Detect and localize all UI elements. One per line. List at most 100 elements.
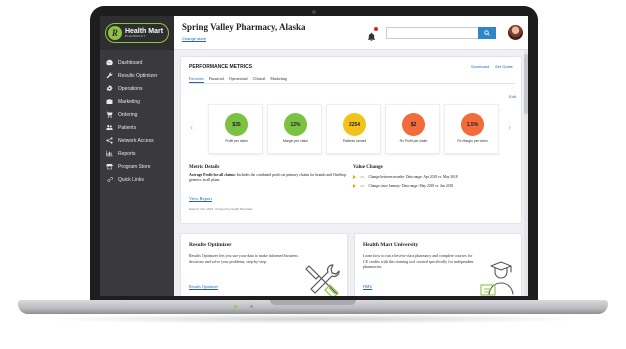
sidebar-item-label: Reports: [118, 150, 136, 157]
sidebar-item-label: Quick Links: [118, 176, 144, 183]
edit-metrics-link[interactable]: Edit: [509, 94, 516, 99]
tab-favorites[interactable]: Favorites: [189, 76, 204, 83]
sidebar-item-label: Patients: [118, 124, 137, 131]
laptop-base-notch: [270, 300, 356, 305]
value-change-percent: 4%: [360, 175, 365, 179]
logo-r-icon: R: [107, 26, 122, 40]
scrollbar-thumb[interactable]: [524, 54, 528, 114]
share-icon: [106, 137, 113, 144]
page-title: Spring Valley Pharmacy, Alaska: [182, 22, 306, 32]
sidebar-item-label: Program Store: [118, 163, 151, 170]
metric-label: Rx Margin per claim: [457, 139, 488, 143]
camera-dot: [312, 10, 316, 14]
sidebar-item-patients[interactable]: Patients: [100, 121, 174, 134]
sidebar-item-network-access[interactable]: Network Access: [100, 134, 174, 147]
sidebar-item-label: Dashboard: [118, 59, 143, 66]
page-scrollbar[interactable]: [524, 50, 528, 296]
wrench-icon: [106, 72, 113, 79]
metric-value-circle: 2254: [343, 113, 366, 136]
sidebar-item-label: Operations: [118, 85, 143, 92]
cart-icon: [106, 111, 113, 118]
triangle-right-icon: [353, 184, 356, 188]
sidebar-item-marketing[interactable]: Marketing: [100, 95, 174, 108]
card-title: Health Mart University: [363, 242, 419, 248]
bell-icon: [367, 32, 376, 42]
value-change-row: 4% Change since January- Data range: May…: [353, 184, 453, 188]
metric-details-title: Metric Details: [189, 165, 220, 170]
value-change-text: Change between months- Data range: Apr 2…: [368, 175, 458, 179]
metric-label: Profit per claim: [225, 139, 248, 143]
search-icon: [484, 30, 490, 36]
search-button[interactable]: [478, 27, 496, 39]
chevron-left-icon[interactable]: ‹: [190, 122, 193, 132]
sidebar-item-label: Ordering: [118, 111, 138, 118]
sidebar-item-reports[interactable]: Reports: [100, 147, 174, 160]
metric-tile-margin-per-claim[interactable]: 12% Margin per claim: [267, 104, 322, 154]
sidebar: R Health Mart PHARMACY Dashboard Results…: [100, 16, 174, 296]
metric-label: Rx Profit per claim: [399, 139, 428, 143]
chevron-right-icon[interactable]: ›: [508, 122, 511, 132]
card-title: Results Optimizer: [189, 242, 232, 248]
card-body: Learn how to run a best-in-class pharmac…: [363, 253, 474, 270]
app-screen: R Health Mart PHARMACY Dashboard Results…: [100, 16, 528, 296]
sidebar-item-dashboard[interactable]: Dashboard: [100, 56, 174, 69]
sidebar-item-label: Marketing: [118, 98, 140, 105]
metric-label: Margin per claim: [282, 139, 309, 143]
data-footnote: Data for: Nov, 2018 · Powered by Health …: [189, 207, 253, 211]
metric-carousel: ‹ $35 Profit per claim 12% Margin per cl…: [187, 104, 517, 156]
link-icon: [107, 177, 113, 182]
metric-tile-profit-per-claim[interactable]: $35 Profit per claim: [208, 104, 263, 154]
view-report-link[interactable]: View Report: [189, 196, 212, 201]
sidebar-nav: Dashboard Results Optimizer Operations M…: [100, 50, 174, 186]
notification-bell[interactable]: [367, 27, 378, 42]
section-title: PERFORMANCE METRICS: [189, 64, 253, 70]
metric-value-circle: 12%: [284, 113, 307, 136]
sidebar-item-label: Results Optimizer: [118, 72, 158, 79]
notification-badge: [374, 27, 378, 31]
metric-value-circle: $2: [402, 113, 425, 136]
search-input[interactable]: [386, 27, 490, 39]
card-body: Results Optimizer lets you use your data…: [189, 253, 298, 264]
value-change-title: Value Change: [353, 165, 383, 170]
health-mart-university-card: Health Mart University Learn how to run …: [354, 233, 522, 296]
value-change-row: 4% Change between months- Data range: Ap…: [353, 175, 458, 179]
scorecard-link[interactable]: Scorecard: [471, 64, 489, 69]
metric-tile-rx-margin-per-claim[interactable]: 1.5% Rx Margin per claim: [444, 104, 499, 154]
set-goals-link[interactable]: Set Goals: [495, 64, 513, 69]
logo-subtitle: PHARMACY: [124, 34, 146, 38]
logo[interactable]: R Health Mart PHARMACY: [100, 16, 174, 50]
tab-clinical[interactable]: Clinical: [253, 76, 266, 83]
metric-value-circle: 1.5%: [461, 113, 484, 136]
metric-tile-patients-served[interactable]: 2254 Patients served: [326, 104, 381, 154]
metric-tabs: Favorites Financial Operational Clinical…: [189, 76, 515, 84]
tools-illustration-icon: [305, 264, 340, 296]
sidebar-item-ordering[interactable]: Ordering: [100, 108, 174, 121]
gear-icon: [106, 85, 113, 91]
metric-value-circle: $35: [225, 113, 248, 136]
metric-details-bold: Average Profit for all claims:: [189, 173, 236, 177]
graduate-illustration-icon: [480, 261, 514, 296]
metric-tile-rx-profit-per-claim[interactable]: $2 Rx Profit per claim: [385, 104, 440, 154]
tab-operational[interactable]: Operational: [229, 76, 248, 83]
performance-metrics-card: PERFORMANCE METRICS Scorecard Set Goals …: [180, 56, 522, 224]
laptop-shadow: [40, 314, 586, 324]
store-icon: [106, 164, 113, 170]
sidebar-item-quick-links[interactable]: Quick Links: [100, 173, 174, 186]
tab-marketing[interactable]: Marketing: [270, 76, 287, 83]
chart-icon: [106, 150, 113, 157]
dashboard-icon: [106, 59, 113, 66]
sidebar-item-results-optimizer[interactable]: Results Optimizer: [100, 69, 174, 82]
results-optimizer-card: Results Optimizer Results Optimizer lets…: [180, 233, 348, 296]
health-mart-logo: R Health Mart PHARMACY: [104, 23, 170, 43]
results-optimizer-link[interactable]: Results Optimizer: [189, 284, 218, 289]
hmu-link[interactable]: HMU: [363, 284, 372, 289]
indicator-light: [234, 305, 237, 308]
metric-label: Patients served: [342, 139, 367, 143]
change-store-link[interactable]: Change store: [182, 36, 206, 41]
indicator-light: [250, 305, 253, 308]
sidebar-item-operations[interactable]: Operations: [100, 82, 174, 95]
avatar[interactable]: [508, 25, 523, 40]
tab-financial[interactable]: Financial: [209, 76, 224, 83]
top-header: Spring Valley Pharmacy, Alaska Change st…: [174, 16, 528, 50]
sidebar-item-program-store[interactable]: Program Store: [100, 160, 174, 173]
